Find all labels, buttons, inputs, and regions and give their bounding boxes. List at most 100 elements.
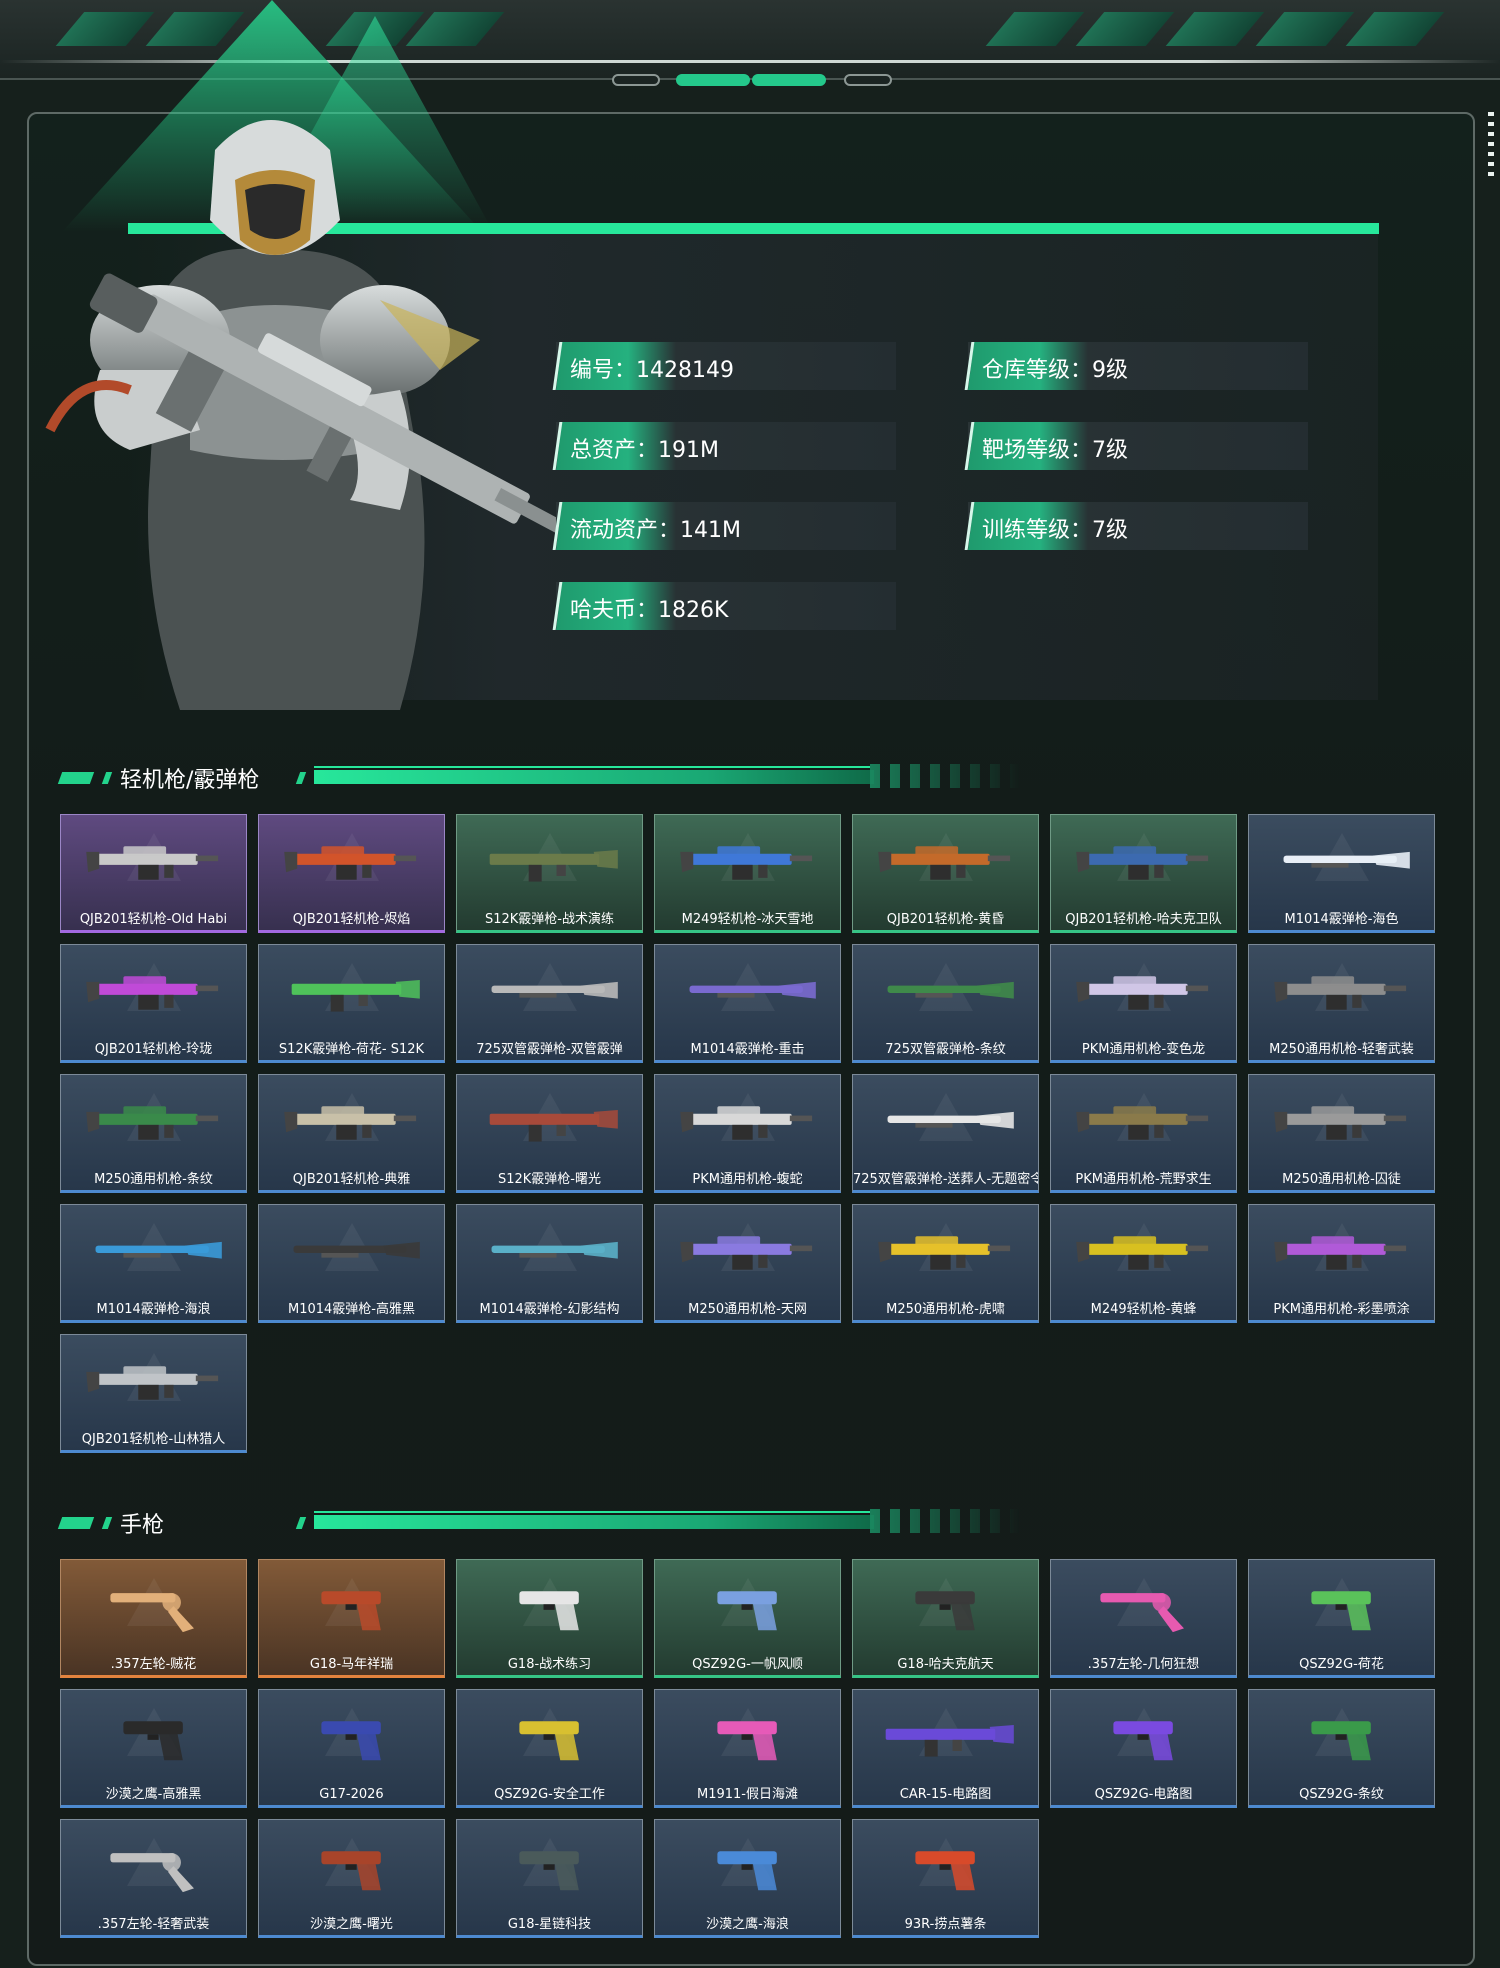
weapon-card[interactable]: QJB201轻机枪-哈夫克卫队: [1050, 814, 1237, 933]
lmg-icon: [878, 1236, 1011, 1270]
stat-field: 靶场等级：7级: [964, 422, 1308, 470]
stat-text: 编号：1428149: [570, 358, 734, 383]
lmg-icon: [1274, 1106, 1407, 1140]
weapon-card[interactable]: QSZ92G-一帆风顺: [654, 1559, 841, 1678]
weapon-card[interactable]: M1911-假日海滩: [654, 1689, 841, 1808]
lmg-icon: [1076, 976, 1209, 1010]
lmg-icon: [1076, 1236, 1209, 1270]
weapon-card[interactable]: QJB201轻机枪-典雅: [258, 1074, 445, 1193]
weapon-card[interactable]: G18-马年祥瑞: [258, 1559, 445, 1678]
header-checker: [870, 764, 1020, 788]
weapon-name: M1014霰弹枪-海浪: [96, 1302, 211, 1317]
lmg-icon: [1076, 1106, 1209, 1140]
weapon-card[interactable]: QSZ92G-条纹: [1248, 1689, 1435, 1808]
weapon-card[interactable]: M249轻机枪-黄蜂: [1050, 1204, 1237, 1323]
weapon-name: 725双管霰弹枪-条纹: [885, 1042, 1006, 1057]
weapon-card[interactable]: QJB201轻机枪-山林猎人: [60, 1334, 247, 1453]
weapon-card[interactable]: M1014霰弹枪-高雅黑: [258, 1204, 445, 1323]
weapon-card[interactable]: S12K霰弹枪-荷花- S12K: [258, 944, 445, 1063]
weapon-name: 沙漠之鹰-高雅黑: [105, 1787, 202, 1802]
weapon-card[interactable]: QSZ92G-安全工作: [456, 1689, 643, 1808]
decor-stripe: [1255, 12, 1355, 46]
decor-pill: [612, 74, 660, 86]
weapon-card[interactable]: PKM通用机枪-变色龙: [1050, 944, 1237, 1063]
weapon-card[interactable]: M250通用机枪-条纹: [60, 1074, 247, 1193]
weapon-card[interactable]: .357左轮-轻奢武装: [60, 1819, 247, 1938]
pistol-icon: [1311, 1591, 1371, 1631]
shotgun-icon: [1283, 851, 1410, 869]
lmg-icon: [1274, 976, 1407, 1010]
header-accent: [101, 772, 113, 784]
header-accent: [295, 1517, 307, 1529]
weapon-name: QJB201轻机枪-哈夫克卫队: [1065, 912, 1222, 927]
weapon-card[interactable]: M250通用机枪-囚徒: [1248, 1074, 1435, 1193]
weapon-card[interactable]: G17-2026: [258, 1689, 445, 1808]
weapon-name: .357左轮-轻奢武装: [97, 1917, 210, 1932]
weapon-card[interactable]: QSZ92G-电路图: [1050, 1689, 1237, 1808]
weapon-card[interactable]: QJB201轻机枪-玲珑: [60, 944, 247, 1063]
weapon-name: G18-星链科技: [507, 1917, 592, 1932]
weapon-name: 沙漠之鹰-曙光: [310, 1917, 393, 1932]
weapon-name: QSZ92G-一帆风顺: [692, 1657, 803, 1672]
weapon-card[interactable]: QJB201轻机枪-烬焰: [258, 814, 445, 933]
header-accent: [101, 1517, 113, 1529]
weapon-card[interactable]: PKM通用机枪-蝮蛇: [654, 1074, 841, 1193]
header-bar: [314, 770, 874, 784]
weapon-card[interactable]: 725双管霰弹枪-送葬人-无题密令: [852, 1074, 1039, 1193]
weapon-card[interactable]: PKM通用机枪-彩墨喷涂: [1248, 1204, 1435, 1323]
header-line: [314, 766, 870, 768]
weapon-card[interactable]: 沙漠之鹰-海浪: [654, 1819, 841, 1938]
weapon-card[interactable]: PKM通用机枪-荒野求生: [1050, 1074, 1237, 1193]
weapon-card[interactable]: 93R-捞点薯条: [852, 1819, 1039, 1938]
weapon-card[interactable]: M1014霰弹枪-重击: [654, 944, 841, 1063]
weapon-card[interactable]: 725双管霰弹枪-双管霰弹: [456, 944, 643, 1063]
pistol-icon: [915, 1591, 975, 1631]
weapon-grid-pistol: .357左轮-贼花 G18-马年祥瑞 G18-战术练习 QSZ92G-一帆风顺 G18-…: [60, 1559, 1435, 1938]
weapon-card[interactable]: .357左轮-几何狂想: [1050, 1559, 1237, 1678]
weapon-card[interactable]: M1014霰弹枪-海浪: [60, 1204, 247, 1323]
weapon-card[interactable]: 沙漠之鹰-高雅黑: [60, 1689, 247, 1808]
lmg-icon: [1076, 846, 1209, 880]
header-accent: [295, 772, 307, 784]
revolver-icon: [110, 1853, 194, 1893]
weapon-card[interactable]: M250通用机枪-轻奢武装: [1248, 944, 1435, 1063]
weapon-card[interactable]: S12K霰弹枪-战术演练: [456, 814, 643, 933]
weapon-name: 725双管霰弹枪-送葬人-无题密令: [853, 1172, 1038, 1187]
revolver-icon: [110, 1593, 194, 1633]
rifle-icon: [885, 1725, 1014, 1757]
stat-text: 训练等级：7级: [982, 518, 1128, 543]
lmg-icon: [284, 846, 417, 880]
pistol-icon: [1311, 1721, 1371, 1761]
weapon-card[interactable]: QJB201轻机枪-黄昏: [852, 814, 1039, 933]
weapon-name: M250通用机枪-轻奢武装: [1269, 1042, 1414, 1057]
weapon-name: 725双管霰弹枪-双管霰弹: [476, 1042, 623, 1057]
section-title: 手枪: [120, 1513, 165, 1538]
weapon-card[interactable]: G18-战术练习: [456, 1559, 643, 1678]
weapon-card[interactable]: QSZ92G-荷花: [1248, 1559, 1435, 1678]
weapon-card[interactable]: M250通用机枪-虎啸: [852, 1204, 1039, 1323]
weapon-name: M249轻机枪-冰天雪地: [681, 912, 814, 927]
weapon-card[interactable]: .357左轮-贼花: [60, 1559, 247, 1678]
weapon-card[interactable]: 725双管霰弹枪-条纹: [852, 944, 1039, 1063]
weapon-card[interactable]: S12K霰弹枪-曙光: [456, 1074, 643, 1193]
lmg-icon: [86, 846, 219, 880]
weapon-name: G17-2026: [319, 1787, 384, 1802]
weapon-name: M250通用机枪-囚徒: [1282, 1172, 1401, 1187]
weapon-card[interactable]: M1014霰弹枪-幻影结构: [456, 1204, 643, 1323]
decor-pill-active: [752, 74, 826, 86]
weapon-name: QSZ92G-安全工作: [494, 1787, 605, 1802]
weapon-name: PKM通用机枪-蝮蛇: [692, 1172, 803, 1187]
decor-pill-active: [676, 74, 750, 86]
weapon-card[interactable]: CAR-15-电路图: [852, 1689, 1039, 1808]
pistol-icon: [717, 1721, 777, 1761]
weapon-card[interactable]: M1014霰弹枪-海色: [1248, 814, 1435, 933]
lmg-icon: [878, 846, 1011, 880]
weapon-card[interactable]: QJB201轻机枪-Old Habi: [60, 814, 247, 933]
weapon-card[interactable]: M249轻机枪-冰天雪地: [654, 814, 841, 933]
weapon-card[interactable]: G18-哈夫克航天: [852, 1559, 1039, 1678]
weapon-card[interactable]: M250通用机枪-天网: [654, 1204, 841, 1323]
weapon-card[interactable]: 沙漠之鹰-曙光: [258, 1819, 445, 1938]
weapon-name: M1014霰弹枪-幻影结构: [479, 1302, 620, 1317]
weapon-name: G18-哈夫克航天: [897, 1657, 994, 1672]
weapon-card[interactable]: G18-星链科技: [456, 1819, 643, 1938]
